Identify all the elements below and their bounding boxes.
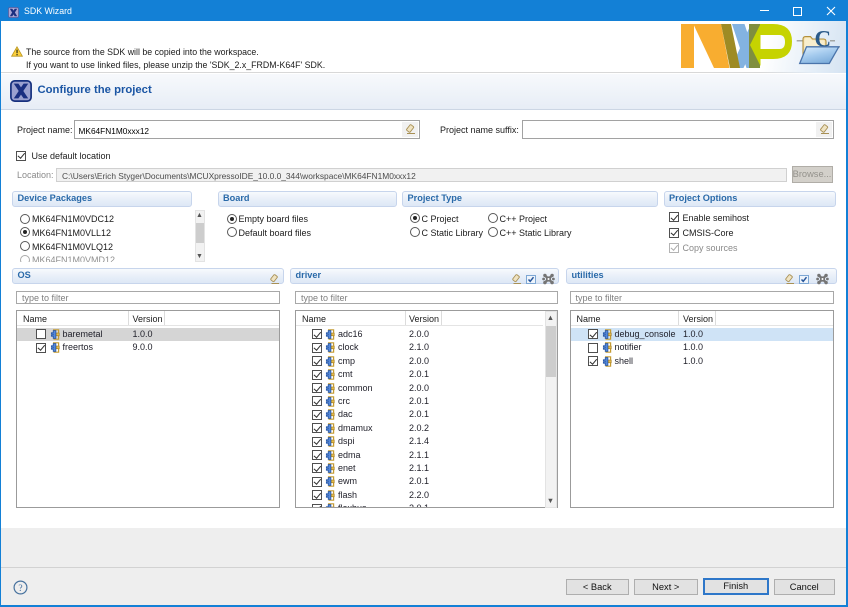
svg-text:?: ?	[18, 583, 22, 593]
